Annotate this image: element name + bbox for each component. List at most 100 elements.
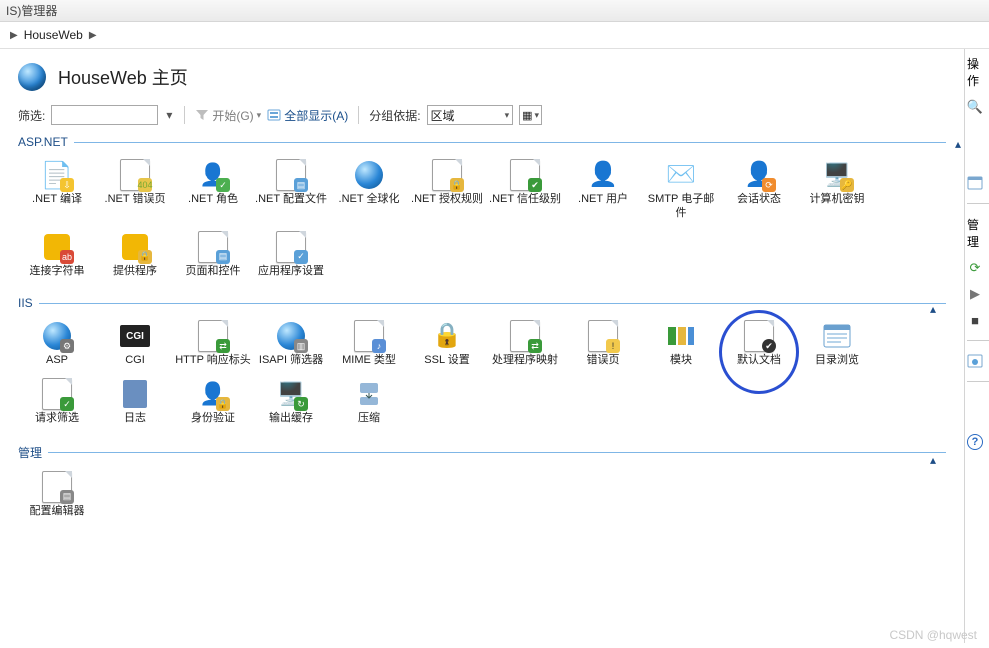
feature-item[interactable]: 📄⇩.NET 编译 <box>18 157 96 223</box>
feature-item[interactable]: 404 .NET 错误页 <box>96 157 174 223</box>
feature-icon: ⚙ <box>41 320 73 352</box>
breadcrumb: ▶ HouseWeb ▶ <box>0 22 989 49</box>
feature-label: 会话状态 <box>737 193 781 207</box>
feature-icon: ! <box>587 320 619 352</box>
separator <box>184 106 185 124</box>
feature-icon: ⇄ <box>197 320 229 352</box>
feature-label: .NET 信任级别 <box>489 193 561 207</box>
restart-icon[interactable]: ⟳ <box>967 260 983 276</box>
feature-item[interactable]: ✉️SMTP 电子邮件 <box>642 157 720 223</box>
feature-item[interactable]: 🔒.NET 授权规则 <box>408 157 486 223</box>
feature-item[interactable]: ▤ 配置编辑器 <box>18 469 96 521</box>
feature-item[interactable]: 压缩 <box>330 376 408 428</box>
show-all-icon <box>267 108 281 122</box>
feature-label: .NET 全球化 <box>339 193 400 207</box>
browse-site-icon[interactable] <box>967 353 983 369</box>
actions-header: 操作 <box>967 55 989 89</box>
collapse-icon[interactable]: ▴ <box>930 453 936 467</box>
feature-icon: 🔒 <box>119 231 151 263</box>
feature-item[interactable]: ⇄HTTP 响应标头 <box>174 318 252 370</box>
actions-pane: 操作 🔍 管理 ⟳ ▶ ■ ? <box>965 49 989 643</box>
feature-item[interactable]: 日志 <box>96 376 174 428</box>
feature-item[interactable]: ▤页面和控件 <box>174 229 252 281</box>
window-title-bar: IS)管理器 <box>0 0 989 22</box>
feature-item[interactable]: ♪MIME 类型 <box>330 318 408 370</box>
feature-icon: 👤⟳ <box>743 159 775 191</box>
feature-label: 配置编辑器 <box>30 505 85 519</box>
start-button[interactable]: 开始(G) ▾ <box>195 107 261 124</box>
feature-icon: ▤ <box>41 471 73 503</box>
feature-item[interactable]: ✔默认文档 <box>720 318 798 370</box>
filter-input[interactable] <box>51 105 158 125</box>
feature-item[interactable]: ▤ .NET 配置文件 <box>252 157 330 223</box>
feature-item[interactable]: 🖥️🔑计算机密钥 <box>798 157 876 223</box>
section-manage: 管理 ▴ ▤配置编辑器 <box>18 444 946 521</box>
feature-item[interactable]: 🔒SSL 设置 <box>408 318 486 370</box>
feature-item[interactable]: .NET 全球化 <box>330 157 408 223</box>
feature-label: 请求筛选 <box>35 412 79 426</box>
show-all-button[interactable]: 全部显示(A) <box>267 107 348 124</box>
group-by-value: 区域 <box>431 107 455 124</box>
feature-item[interactable]: 👤✓.NET 角色 <box>174 157 252 223</box>
feature-item[interactable]: ▥ ISAPI 筛选器 <box>252 318 330 370</box>
explore-icon[interactable]: 🔍 <box>967 99 983 115</box>
feature-label: 日志 <box>124 412 146 426</box>
collapse-icon[interactable]: ▴ <box>930 302 936 316</box>
feature-label: .NET 编译 <box>32 193 82 207</box>
feature-icon <box>119 378 151 410</box>
stop-icon[interactable]: ■ <box>967 312 983 328</box>
funnel-icon <box>195 108 209 122</box>
feature-label: 身份验证 <box>191 412 235 426</box>
feature-label: 错误页 <box>587 354 620 368</box>
filter-dropdown-icon[interactable]: ▾ <box>164 108 174 122</box>
feature-label: ASP <box>46 354 68 368</box>
feature-label: MIME 类型 <box>342 354 396 368</box>
feature-item[interactable]: ! 错误页 <box>564 318 642 370</box>
feature-item[interactable]: 模块 <box>642 318 720 370</box>
feature-item[interactable]: ✔ .NET 信任级别 <box>486 157 564 223</box>
feature-item[interactable]: 🔒提供程序 <box>96 229 174 281</box>
feature-label: .NET 用户 <box>578 193 628 207</box>
feature-item[interactable]: ✓ 请求筛选 <box>18 376 96 428</box>
feature-icon: ✓ <box>41 378 73 410</box>
help-icon[interactable]: ? <box>967 434 983 450</box>
feature-label: 页面和控件 <box>186 265 241 279</box>
feature-icon: ▤ <box>275 159 307 191</box>
view-switch[interactable]: ▦ ▾ <box>519 105 542 125</box>
manage-header: 管理 <box>967 216 989 250</box>
feature-label: .NET 错误页 <box>105 193 166 207</box>
feature-icon: ▥ <box>275 320 307 352</box>
breadcrumb-item[interactable]: HouseWeb <box>24 28 83 42</box>
feature-item[interactable]: ab连接字符串 <box>18 229 96 281</box>
feature-label: 处理程序映射 <box>492 354 558 368</box>
section-title: IIS <box>18 296 33 310</box>
feature-item[interactable]: ⇄处理程序映射 <box>486 318 564 370</box>
feature-icon: ✔ <box>509 159 541 191</box>
feature-label: 输出缓存 <box>269 412 313 426</box>
feature-item[interactable]: 👤🔒身份验证 <box>174 376 252 428</box>
feature-icon <box>353 159 385 191</box>
browse-icon[interactable] <box>967 175 983 191</box>
collapse-icon[interactable]: ▴ <box>955 137 961 151</box>
feature-item[interactable]: CGICGI <box>96 318 174 370</box>
feature-icon: 🔒 <box>431 320 463 352</box>
feature-item[interactable]: 🖥️↻输出缓存 <box>252 376 330 428</box>
feature-item[interactable]: 👤.NET 用户 <box>564 157 642 223</box>
feature-item[interactable]: 目录浏览 <box>798 318 876 370</box>
feature-label: ISAPI 筛选器 <box>259 354 323 368</box>
group-by-label: 分组依据: <box>369 107 420 124</box>
feature-item[interactable]: ⚙ ASP <box>18 318 96 370</box>
separator <box>358 106 359 124</box>
feature-item[interactable]: 👤⟳ 会话状态 <box>720 157 798 223</box>
section-iis: IIS ▴ ⚙ ASP CGICGI⇄HTTP 响应标头 ▥ ISAPI 筛选器 ♪MIM… <box>18 296 946 428</box>
feature-icon: ✓ <box>275 231 307 263</box>
section-title: ASP.NET <box>18 135 68 149</box>
start-icon[interactable]: ▶ <box>967 286 983 302</box>
feature-label: .NET 配置文件 <box>255 193 327 207</box>
group-by-combo[interactable]: 区域 ▾ <box>427 105 514 125</box>
feature-icon: CGI <box>119 320 151 352</box>
feature-item[interactable]: ✓应用程序设置 <box>252 229 330 281</box>
feature-icon: 404 <box>119 159 151 191</box>
window-title: IS)管理器 <box>6 4 57 18</box>
section-aspnet: ASP.NET ▴ 📄⇩.NET 编译404.NET 错误页👤✓.NET 角色▤… <box>18 135 946 280</box>
